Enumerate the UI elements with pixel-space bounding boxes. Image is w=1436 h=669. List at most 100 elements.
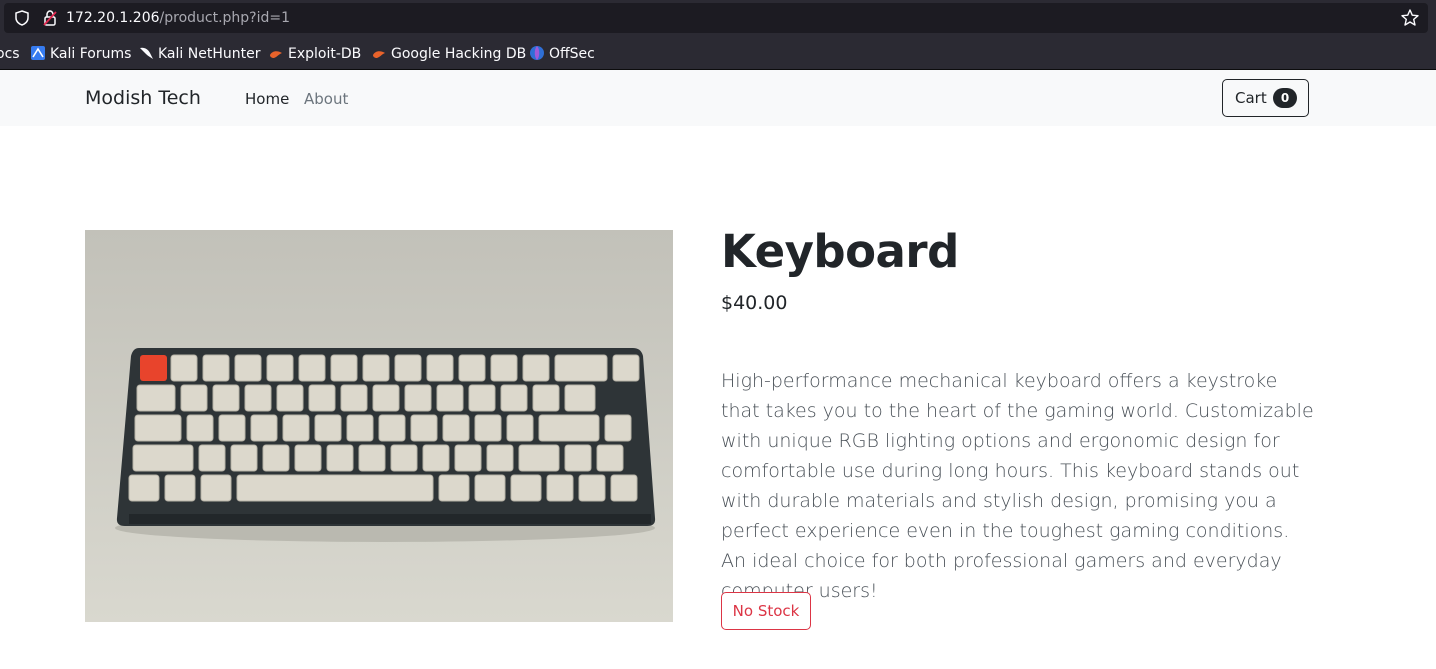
bookmark-exploit-db[interactable]: Exploit-DB	[268, 45, 361, 63]
keycap	[200, 474, 232, 502]
keycap	[564, 444, 592, 472]
browser-toolbar: 172.20.1.206/product.php?id=1	[0, 0, 1436, 37]
offsec-icon	[530, 46, 544, 60]
keycap	[244, 384, 272, 412]
keycap	[180, 384, 208, 412]
url-host: 172.20.1.206	[66, 10, 160, 26]
keycap	[390, 444, 418, 472]
keycap	[578, 474, 606, 502]
keycap	[234, 354, 262, 382]
url-text[interactable]: 172.20.1.206/product.php?id=1	[66, 9, 290, 27]
keycap	[490, 354, 518, 382]
keycap	[564, 384, 596, 412]
bookmark-docs[interactable]: ocs	[0, 45, 20, 63]
cart-label: Cart	[1235, 89, 1267, 107]
keycap	[186, 414, 214, 442]
bookmark-kali-nethunter[interactable]: Kali NetHunter	[138, 45, 260, 63]
keycap	[170, 354, 198, 382]
keycap	[212, 384, 240, 412]
keycap	[410, 414, 438, 442]
keyboard-keys	[128, 354, 640, 502]
keycap	[358, 444, 386, 472]
cart-button[interactable]: Cart 0	[1222, 79, 1309, 117]
product-description: High-performance mechanical keyboard off…	[721, 370, 1314, 602]
keycap	[282, 414, 310, 442]
address-bar[interactable]: 172.20.1.206/product.php?id=1	[4, 3, 1428, 33]
product-price: $40.00	[721, 292, 788, 314]
keycap	[346, 414, 374, 442]
keycap	[132, 444, 194, 472]
keycap	[554, 354, 608, 382]
keycap	[326, 444, 354, 472]
bookmark-label: OffSec	[549, 46, 595, 62]
no-stock-button[interactable]: No Stock	[721, 592, 811, 630]
shield-icon[interactable]	[14, 10, 30, 26]
keycap	[486, 444, 514, 472]
keycap	[394, 354, 422, 382]
keycap	[522, 354, 550, 382]
keycap	[236, 474, 434, 502]
keycap	[314, 414, 342, 442]
keycap	[426, 354, 454, 382]
keycap	[468, 384, 496, 412]
keycap	[308, 384, 336, 412]
keyboard-photo	[85, 230, 673, 622]
keycap	[604, 414, 632, 442]
bookmark-label: Kali NetHunter	[158, 46, 261, 62]
keycap	[340, 384, 368, 412]
keycap	[330, 354, 358, 382]
bookmark-offsec[interactable]: OffSec	[529, 45, 595, 63]
bookmarks-toolbar: ocs Kali Forums Kali NetHunter Exploit-D…	[0, 37, 1436, 70]
keycap	[596, 444, 624, 472]
keycap	[474, 474, 506, 502]
keycap	[458, 354, 486, 382]
keycap	[510, 474, 542, 502]
keycap	[378, 414, 406, 442]
keycap	[198, 444, 226, 472]
keycap	[518, 444, 560, 472]
bookmark-google-hacking-db[interactable]: Google Hacking DB	[371, 45, 526, 63]
keycap	[474, 414, 502, 442]
keycap	[362, 354, 390, 382]
bookmark-kali-forums[interactable]: Kali Forums	[30, 45, 131, 63]
keycap	[128, 474, 160, 502]
nav-link-home[interactable]: Home	[245, 89, 289, 109]
keycap	[136, 384, 176, 412]
keycap	[538, 414, 600, 442]
keycap	[218, 414, 246, 442]
keycap	[532, 384, 560, 412]
nav-link-about[interactable]: About	[304, 89, 348, 109]
keycap	[442, 414, 470, 442]
url-path: /product.php?id=1	[159, 10, 291, 26]
kali-dragon-icon	[140, 47, 153, 59]
keycap	[438, 474, 470, 502]
keycap	[202, 354, 230, 382]
kali-forums-icon	[31, 46, 45, 60]
keycap	[546, 474, 574, 502]
keycap	[422, 444, 450, 472]
bookmark-label: Exploit-DB	[288, 46, 362, 62]
keycap	[262, 444, 290, 472]
keycap	[506, 414, 534, 442]
exploitdb-icon	[270, 51, 282, 58]
keycap	[250, 414, 278, 442]
keycap	[372, 384, 400, 412]
bookmark-label: Google Hacking DB	[391, 46, 527, 62]
keycap	[612, 354, 640, 382]
keycap	[294, 444, 322, 472]
site-navbar: Modish Tech Home About Cart 0	[0, 70, 1436, 126]
keycap	[230, 444, 258, 472]
ghdb-icon	[373, 51, 385, 58]
bookmark-label: Kali Forums	[50, 46, 132, 62]
keycap	[500, 384, 528, 412]
keycap	[276, 384, 304, 412]
keycap	[266, 354, 294, 382]
cart-count-badge: 0	[1273, 88, 1297, 108]
bookmark-star-icon[interactable]	[1400, 8, 1420, 28]
product-title: Keyboard	[721, 225, 959, 278]
brand-link[interactable]: Modish Tech	[85, 86, 201, 110]
keycap	[404, 384, 432, 412]
bookmark-label: ocs	[0, 46, 20, 62]
insecure-lock-icon[interactable]	[42, 9, 58, 27]
keycap	[164, 474, 196, 502]
